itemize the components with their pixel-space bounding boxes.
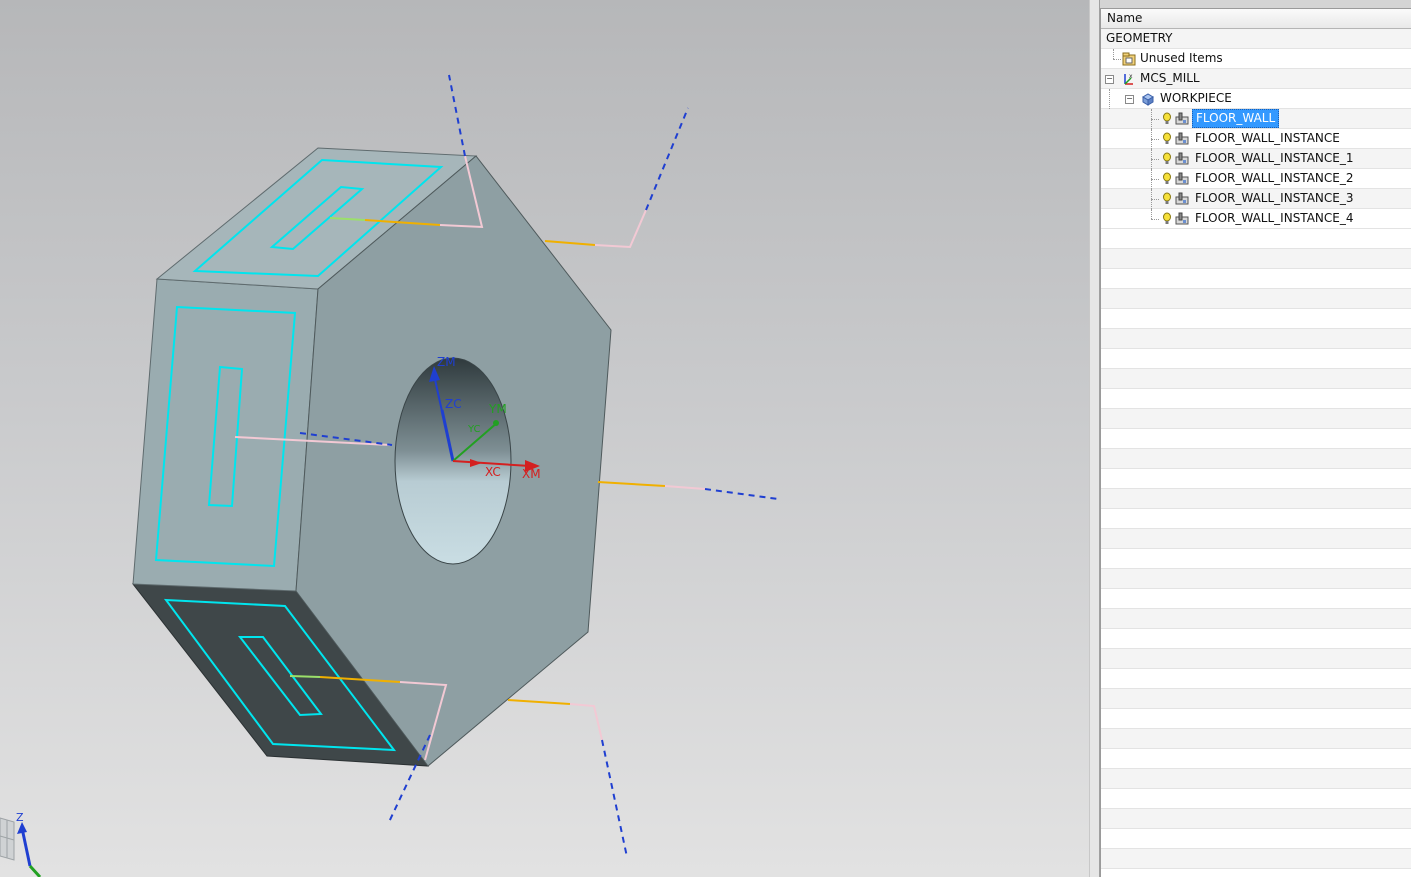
operation-icon — [1175, 152, 1189, 165]
empty-row — [1101, 229, 1411, 249]
empty-row — [1101, 409, 1411, 429]
empty-row — [1101, 689, 1411, 709]
xm-label: XM — [522, 467, 541, 481]
folder-icon — [1122, 52, 1136, 66]
empty-row — [1101, 569, 1411, 589]
collapse-icon[interactable]: − — [1125, 95, 1134, 104]
view-triad[interactable] — [0, 817, 42, 877]
tree-item-label: FLOOR_WALL_INSTANCE — [1195, 131, 1340, 145]
empty-row — [1101, 629, 1411, 649]
empty-row — [1101, 849, 1411, 869]
side-face[interactable] — [132, 278, 319, 592]
empty-row — [1101, 709, 1411, 729]
status-bulb-icon — [1163, 192, 1171, 204]
empty-row — [1101, 489, 1411, 509]
empty-row — [1101, 429, 1411, 449]
tree-row-unused-items[interactable]: Unused Items — [1101, 49, 1411, 69]
empty-row — [1101, 289, 1411, 309]
empty-row — [1101, 269, 1411, 289]
tree-item-label: FLOOR_WALL_INSTANCE_3 — [1195, 191, 1354, 205]
empty-row — [1101, 329, 1411, 349]
operation-icon — [1175, 132, 1189, 145]
operation-icon — [1175, 172, 1189, 185]
status-bulb-icon — [1163, 212, 1171, 224]
empty-row — [1101, 389, 1411, 409]
empty-row — [1101, 729, 1411, 749]
name-column-header[interactable]: Name — [1101, 9, 1411, 29]
tree-row-floor-wall-instance-1[interactable]: FLOOR_WALL_INSTANCE_1 — [1101, 149, 1411, 169]
graphics-viewport[interactable]: ZM ZC YM YC XC XM Z — [0, 0, 1089, 877]
status-bulb-icon — [1163, 112, 1171, 124]
empty-row — [1101, 309, 1411, 329]
status-bulb-icon — [1163, 152, 1171, 164]
tree-row-geometry[interactable]: GEOMETRY — [1101, 29, 1411, 49]
zc-label: ZC — [445, 397, 462, 411]
svg-text:x: x — [1129, 73, 1133, 80]
navigator-tree: GEOMETRY Unused Items − x MCS_MILL − WOR… — [1101, 29, 1411, 229]
model-view[interactable]: ZM ZC YM YC XC XM Z — [0, 0, 1089, 877]
empty-row — [1101, 769, 1411, 789]
empty-row — [1101, 789, 1411, 809]
operation-icon — [1175, 112, 1189, 125]
empty-row — [1101, 649, 1411, 669]
empty-row — [1101, 529, 1411, 549]
empty-row — [1101, 449, 1411, 469]
tree-item-label: FLOOR_WALL_INSTANCE_4 — [1195, 211, 1354, 225]
tree-item-label: FLOOR_WALL — [1192, 109, 1280, 128]
tree-item-label: FLOOR_WALL_INSTANCE_1 — [1195, 151, 1354, 165]
empty-row — [1101, 749, 1411, 769]
workpiece-icon — [1142, 93, 1154, 106]
empty-row — [1101, 609, 1411, 629]
status-bulb-icon — [1163, 172, 1171, 184]
yc-label: YC — [467, 424, 481, 435]
mcs-icon: x — [1124, 73, 1133, 85]
tree-row-floor-wall-instance-3[interactable]: FLOOR_WALL_INSTANCE_3 — [1101, 189, 1411, 209]
operation-icon — [1175, 192, 1189, 205]
empty-row — [1101, 369, 1411, 389]
tree-item-label: MCS_MILL — [1140, 71, 1200, 85]
tree-row-workpiece[interactable]: − WORKPIECE — [1101, 89, 1411, 109]
empty-row — [1101, 469, 1411, 489]
empty-row — [1101, 589, 1411, 609]
tree-item-label: GEOMETRY — [1106, 31, 1173, 45]
empty-tree-area[interactable] — [1101, 229, 1411, 869]
status-bulb-icon — [1163, 132, 1171, 144]
tree-row-floor-wall[interactable]: FLOOR_WALL — [1101, 109, 1411, 129]
operation-icon — [1175, 212, 1189, 225]
tree-item-label: Unused Items — [1140, 51, 1223, 65]
collapse-icon[interactable]: − — [1105, 75, 1114, 84]
tree-item-label: FLOOR_WALL_INSTANCE_2 — [1195, 171, 1354, 185]
empty-row — [1101, 669, 1411, 689]
empty-row — [1101, 349, 1411, 369]
tree-row-mcs-mill[interactable]: − x MCS_MILL — [1101, 69, 1411, 89]
tree-item-label: WORKPIECE — [1160, 91, 1232, 105]
empty-row — [1101, 549, 1411, 569]
xc-label: XC — [485, 465, 501, 479]
panel-splitter[interactable] — [1089, 0, 1100, 877]
tree-row-floor-wall-instance-4[interactable]: FLOOR_WALL_INSTANCE_4 — [1101, 209, 1411, 229]
operation-navigator[interactable]: Name GEOMETRY Unused Items − x MCS_MILL — [1100, 8, 1411, 877]
zm-label: ZM — [437, 355, 456, 369]
tree-row-floor-wall-instance-2[interactable]: FLOOR_WALL_INSTANCE_2 — [1101, 169, 1411, 189]
tree-row-floor-wall-instance[interactable]: FLOOR_WALL_INSTANCE — [1101, 129, 1411, 149]
empty-row — [1101, 809, 1411, 829]
empty-row — [1101, 829, 1411, 849]
empty-row — [1101, 249, 1411, 269]
toolpath-right — [597, 481, 779, 500]
empty-row — [1101, 509, 1411, 529]
ym-label: YM — [488, 402, 507, 416]
triad-z-label: Z — [16, 811, 24, 824]
